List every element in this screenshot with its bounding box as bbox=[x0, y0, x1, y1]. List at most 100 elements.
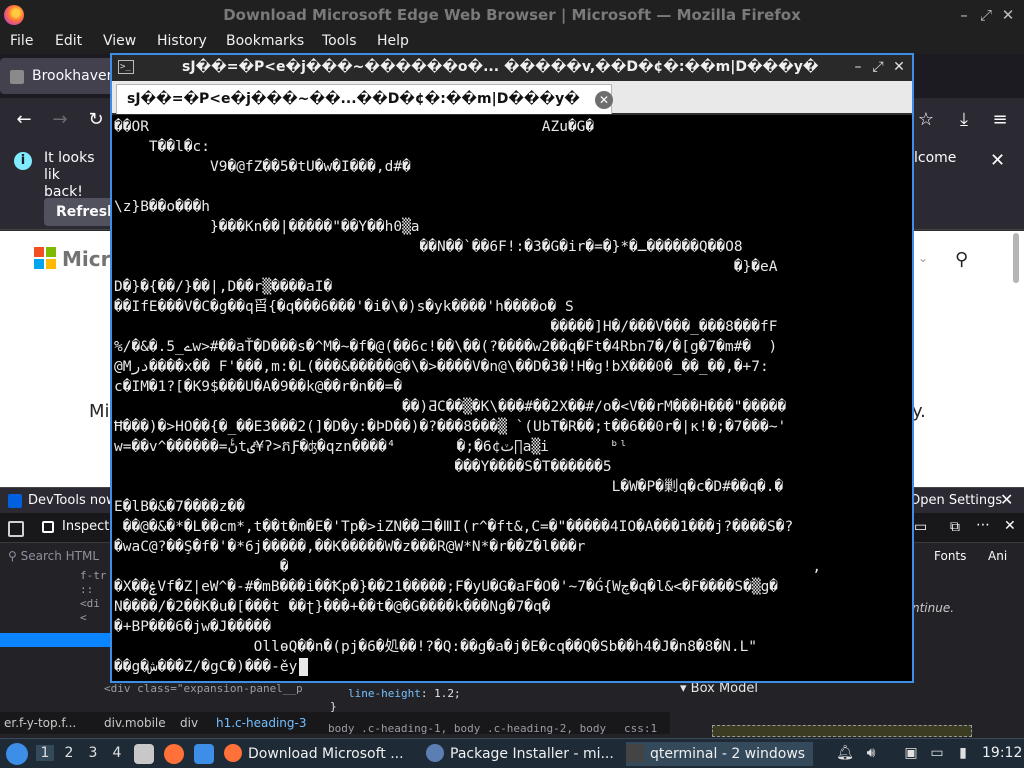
qterminal-window: >_ sJ��=�P<e�j���~������o�... �����v,��D… bbox=[110, 53, 914, 683]
maximize-icon[interactable]: ⤢ bbox=[869, 59, 887, 75]
desktop-icon[interactable] bbox=[194, 744, 214, 764]
chevron-down-icon[interactable]: ⌄ bbox=[918, 251, 928, 265]
search-html-input[interactable]: ⚲ Search HTML bbox=[8, 549, 99, 563]
inspector-tab[interactable]: Inspecto bbox=[42, 519, 117, 534]
devtools-icon bbox=[8, 494, 22, 508]
menu-tools[interactable]: Tools bbox=[322, 33, 357, 49]
search-html-placeholder: Search HTML bbox=[20, 549, 100, 563]
box-model-diagram bbox=[712, 725, 972, 737]
terminal-tab-label: sJ��=�P<e�j���~��...��D�¢�:��m|D���y� bbox=[127, 91, 580, 107]
terminal-line: %/�&�.5_ےw>#��aŤ�D���s�^M�~�f�@(��6c!��\… bbox=[114, 339, 778, 355]
terminal-scrollbar[interactable] bbox=[892, 117, 910, 681]
workspace-4[interactable]: 4 bbox=[108, 745, 126, 761]
terminal-line: \z}B��o���h bbox=[114, 199, 211, 215]
inspector-tab-label: Inspecto bbox=[62, 519, 118, 534]
battery-icon[interactable]: ▮ bbox=[954, 745, 972, 763]
notification-text-end: lcome bbox=[914, 150, 957, 166]
minimize-icon[interactable]: – bbox=[954, 5, 974, 25]
breadcrumb-item[interactable]: div bbox=[180, 716, 198, 730]
network-icon[interactable]: ▭ bbox=[928, 745, 946, 763]
box-model-header[interactable]: ▾ Box Model bbox=[680, 681, 758, 696]
refresh-button[interactable]: Refresh bbox=[44, 198, 117, 226]
animations-tab[interactable]: Ani bbox=[988, 549, 1007, 563]
notification-close-icon[interactable]: ✕ bbox=[990, 150, 1005, 171]
menu-view[interactable]: View bbox=[103, 33, 136, 49]
breadcrumb-item[interactable]: div.mobile bbox=[104, 716, 166, 730]
css-property[interactable]: line-height bbox=[348, 687, 421, 700]
menu-bookmarks[interactable]: Bookmarks bbox=[226, 33, 304, 49]
terminal-line: c�IM�1?[�K9$���U�A�9��k@��r�n��=� bbox=[114, 379, 403, 395]
download-icon[interactable]: ⤓ bbox=[952, 108, 976, 132]
taskbar-app-package-installer[interactable]: Package Installer - mi... bbox=[426, 742, 614, 766]
css-selector-list: body .c-heading-1, body .c-heading-2, bo… bbox=[328, 722, 607, 735]
microsoft-logo-icon[interactable] bbox=[34, 247, 56, 269]
css-source-link[interactable]: css:1 bbox=[624, 722, 657, 735]
breadcrumb-item-current[interactable]: h1.c-heading-3 bbox=[216, 716, 306, 730]
css-value[interactable]: 1.2; bbox=[434, 687, 461, 700]
firefox-launcher-icon[interactable] bbox=[164, 744, 184, 764]
terminal-line: L�W�P�剿q�c�D#��q�.� bbox=[611, 479, 784, 495]
terminal-line: �����]H�/���V���_���8���fF bbox=[550, 319, 778, 335]
file-manager-icon[interactable] bbox=[134, 744, 154, 764]
layout-icon[interactable]: ▭ bbox=[914, 519, 927, 535]
terminal-output[interactable]: ��OR AZu�G� T��l�c: V9�@fZ��5�tU�w�I���,d#… bbox=[114, 117, 886, 681]
start-menu-icon[interactable] bbox=[6, 743, 28, 765]
paused-continue-text: ntinue. bbox=[912, 601, 955, 615]
tab-close-icon[interactable]: ✕ bbox=[595, 91, 613, 109]
star-icon[interactable]: ☆ bbox=[914, 108, 938, 132]
terminal-line: E�lB�&�7����z�� bbox=[114, 499, 245, 515]
forward-arrow-icon[interactable]: → bbox=[48, 108, 72, 132]
taskbar-app-firefox[interactable]: Download Microsoft ... bbox=[224, 742, 404, 766]
firefox-titlebar: Download Microsoft Edge Web Browser | Mi… bbox=[0, 0, 1024, 30]
devtools-notice-close-icon[interactable]: ✕ bbox=[1000, 490, 1013, 509]
breadcrumb-item[interactable]: er.f-y-top.f... bbox=[4, 716, 76, 730]
menu-help[interactable]: Help bbox=[377, 33, 409, 49]
terminal-line: � , bbox=[114, 559, 822, 575]
taskbar-app-qterminal[interactable]: qterminal - 2 windows bbox=[626, 742, 814, 766]
close-icon[interactable]: ✕ bbox=[890, 59, 908, 75]
workspace-1[interactable]: 1 bbox=[36, 745, 54, 761]
search-icon[interactable]: ⚲ bbox=[955, 249, 975, 270]
tree-node[interactable]: < bbox=[0, 611, 112, 625]
firefox-menubar: File Edit View History Bookmarks Tools H… bbox=[0, 30, 1024, 54]
taskbar-app-label: Package Installer - mi... bbox=[450, 746, 614, 762]
menu-file[interactable]: File bbox=[10, 33, 33, 49]
box-model-label: Box Model bbox=[690, 681, 759, 696]
terminal-tab[interactable]: sJ��=�P<e�j���~��...��D�¢�:��m|D���y� ✕ bbox=[116, 84, 613, 114]
terminal-line: ��N��`��6F!:�3�G�ir�=�}*�ـ������Q��O8 bbox=[419, 239, 743, 255]
element-picker-icon[interactable] bbox=[8, 521, 24, 537]
dock-icon[interactable]: ⧉ bbox=[950, 519, 960, 535]
fonts-tab[interactable]: Fonts bbox=[934, 549, 966, 563]
tree-node[interactable]: f-tr bbox=[0, 569, 112, 583]
volume-icon[interactable]: 🔊︎ bbox=[862, 745, 880, 763]
notification-bell-icon[interactable]: 🔔︎ bbox=[836, 745, 854, 763]
hamburger-menu-icon[interactable]: ≡ bbox=[988, 108, 1012, 132]
terminal-line: ��OR AZu�G� bbox=[114, 119, 595, 135]
workspace-3[interactable]: 3 bbox=[84, 745, 102, 761]
browser-tab[interactable]: Brookhaven bbox=[0, 58, 120, 94]
taskbar: 1 2 3 4 Download Microsoft ... Package I… bbox=[0, 738, 1024, 768]
tree-node[interactable]: <di bbox=[0, 597, 112, 611]
terminal-line: �waC@?��Ş�f�'�*6j�����,��K�����W�z���R@W… bbox=[114, 539, 586, 555]
terminal-line: �}�eA bbox=[733, 259, 778, 275]
open-settings-button[interactable]: Open Settings bbox=[910, 493, 1002, 508]
tree-node-selected[interactable] bbox=[0, 633, 112, 647]
menu-edit[interactable]: Edit bbox=[55, 33, 82, 49]
maximize-icon[interactable]: ⤢ bbox=[976, 5, 996, 25]
minimize-icon[interactable]: – bbox=[849, 59, 867, 75]
more-options-icon[interactable]: ⋯ bbox=[976, 517, 990, 533]
terminal-line: V9�@fZ��5�tU�w�I���,d#� bbox=[210, 159, 411, 175]
workspace-2[interactable]: 2 bbox=[60, 745, 78, 761]
reload-icon[interactable]: ↻ bbox=[84, 108, 108, 132]
clipboard-icon[interactable]: ▣ bbox=[902, 745, 920, 763]
close-icon[interactable]: ✕ bbox=[998, 5, 1018, 25]
back-arrow-icon[interactable]: ← bbox=[12, 108, 36, 132]
page-scrollbar[interactable] bbox=[1013, 233, 1019, 283]
menu-history[interactable]: History bbox=[157, 33, 207, 49]
tab-favicon-icon bbox=[10, 70, 24, 84]
devtools-close-icon[interactable]: ✕ bbox=[1004, 518, 1016, 534]
page-heading-fragment: Mi bbox=[89, 401, 110, 422]
tree-node[interactable]: :: bbox=[0, 583, 112, 597]
terminal-line: ��@�&�*�L��cm*,t��t�m�E�'Tp�>iZN��コ�ⅢI(r… bbox=[122, 519, 794, 535]
tree-node[interactable]: <div class="expansion-panel__p bbox=[104, 682, 303, 695]
